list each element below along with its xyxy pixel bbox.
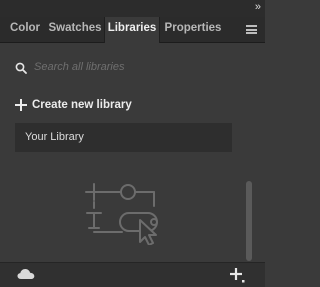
collapse-panel-icon[interactable]: »	[255, 1, 261, 13]
panel-title-strip: »	[0, 0, 265, 17]
scrollbar-thumb[interactable]	[246, 181, 252, 261]
library-item[interactable]: Your Library	[15, 123, 232, 152]
search-input[interactable]: Search all libraries	[34, 60, 124, 75]
create-new-library-button[interactable]: Create new library	[15, 96, 132, 114]
tab-libraries[interactable]: Libraries	[104, 17, 160, 43]
plus-icon	[15, 99, 27, 111]
add-plus-icon[interactable]	[229, 267, 245, 283]
panel-menu-icon[interactable]	[246, 25, 257, 34]
panel-footer	[0, 262, 265, 287]
create-new-library-label: Create new library	[32, 99, 132, 111]
panel-tab-bar: Color Swatches Libraries Properties	[0, 17, 265, 43]
search-libraries[interactable]: Search all libraries	[15, 60, 230, 76]
cloud-icon[interactable]	[17, 268, 35, 280]
library-assets-illustration-icon	[85, 183, 158, 245]
tab-color[interactable]: Color	[4, 17, 46, 42]
libraries-panel: » Color Swatches Libraries Properties Se…	[0, 0, 265, 287]
search-icon	[15, 62, 27, 74]
tab-swatches[interactable]: Swatches	[46, 17, 104, 42]
tab-properties[interactable]: Properties	[162, 17, 224, 42]
scrollbar[interactable]	[245, 45, 252, 261]
